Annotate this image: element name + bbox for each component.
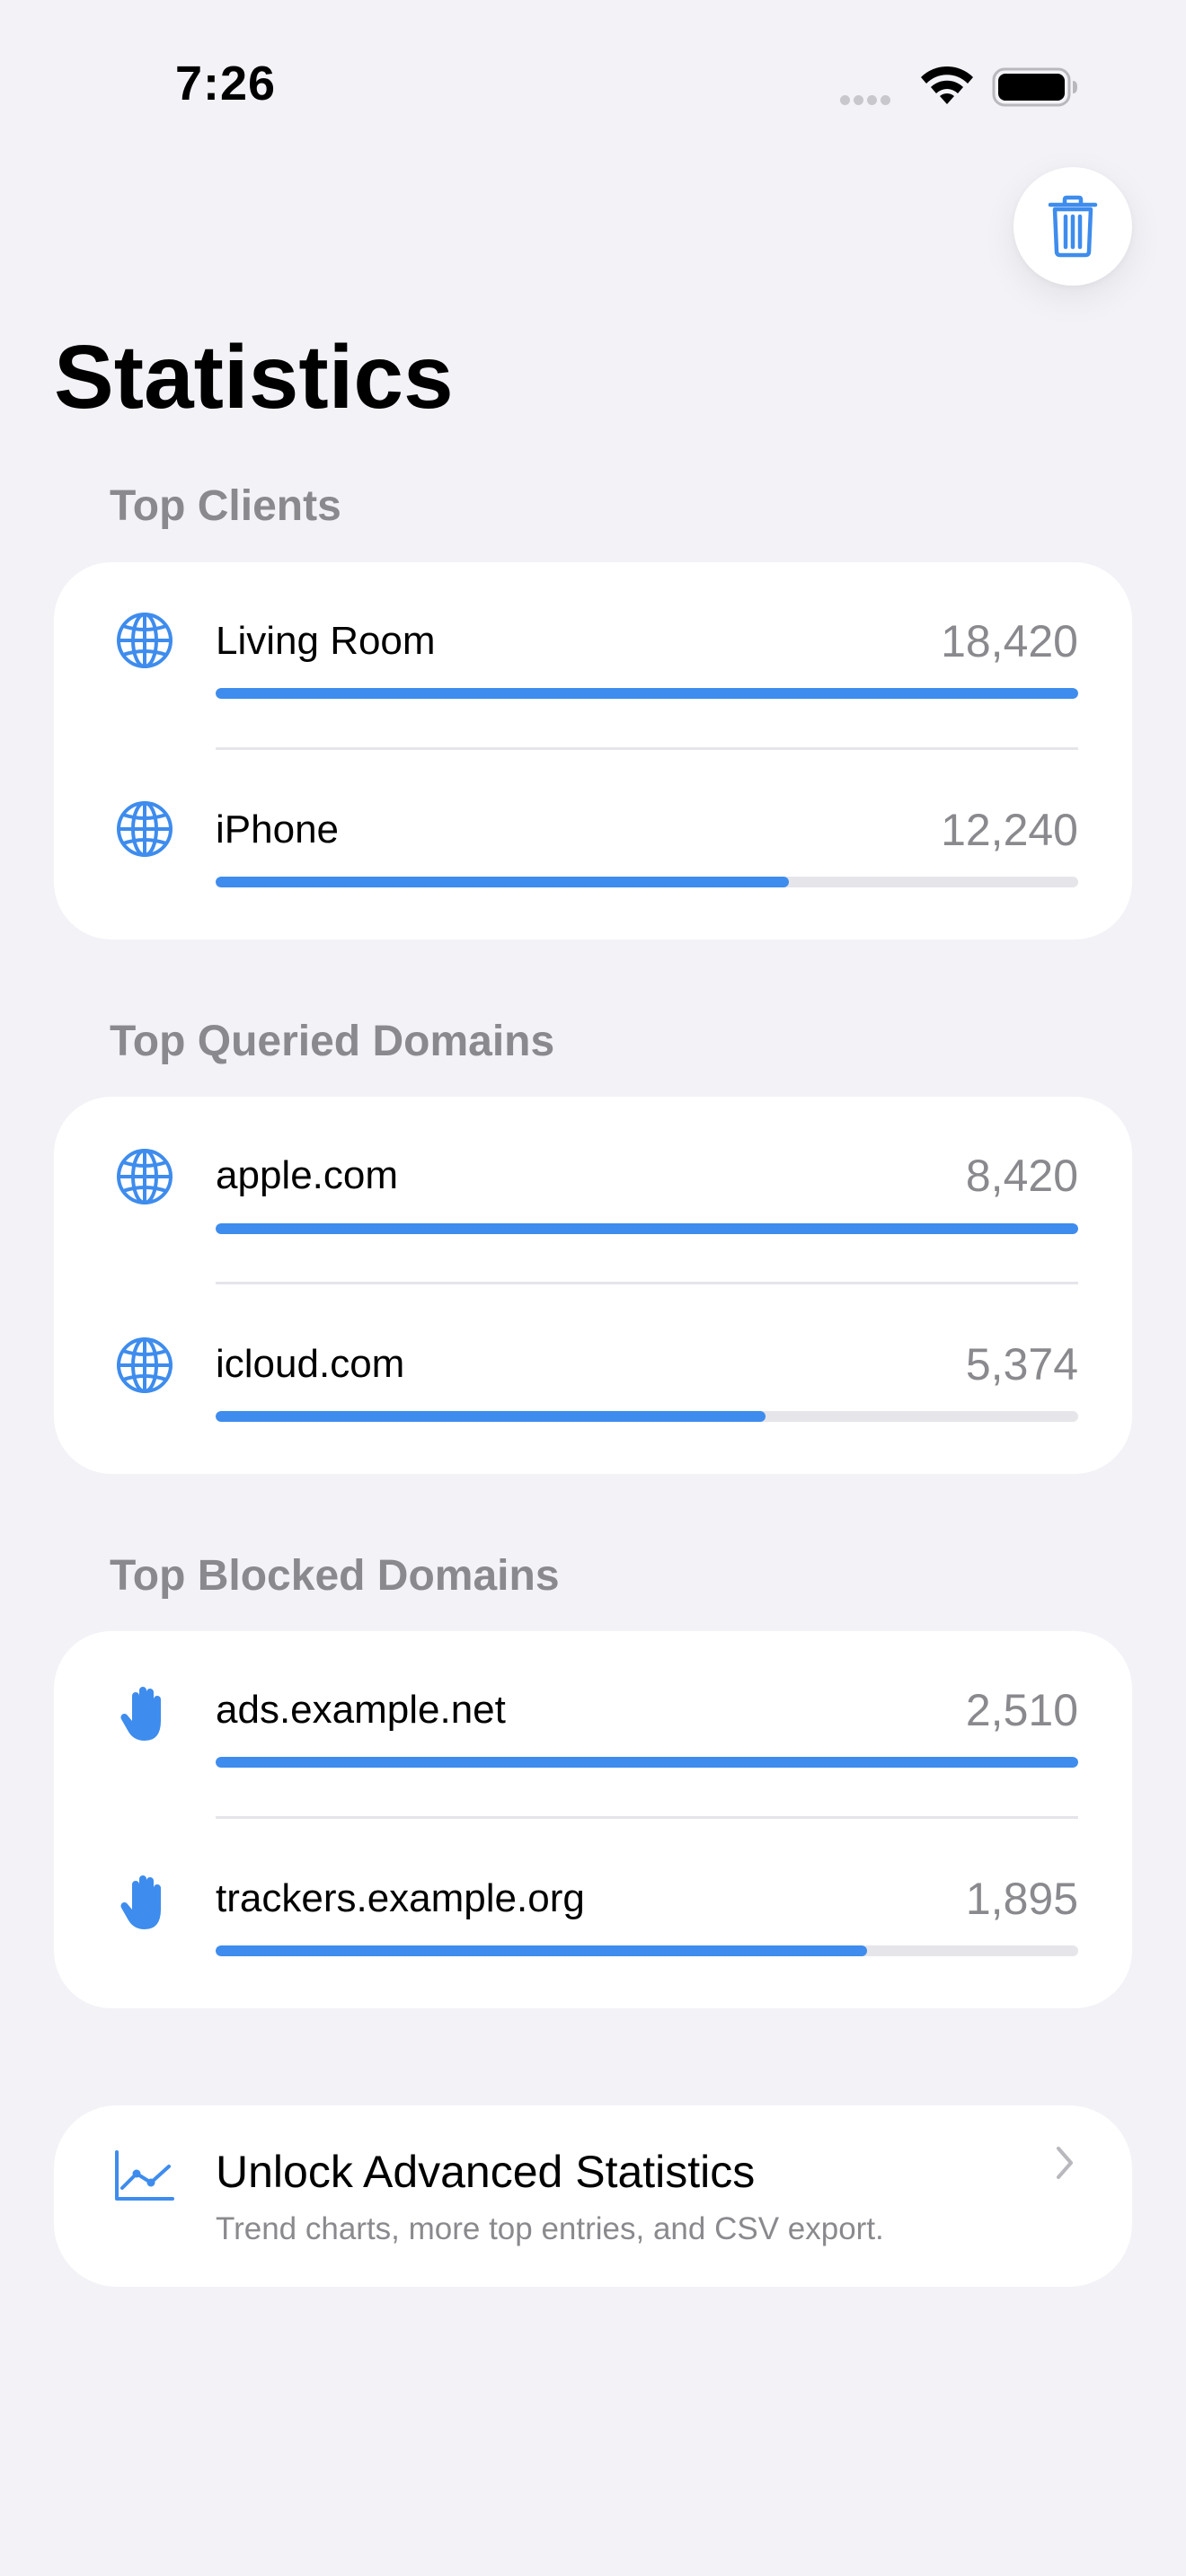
list-item[interactable]: apple.com 8,420 — [54, 1097, 1132, 1285]
list-item[interactable]: ads.example.net 2,510 — [54, 1631, 1132, 1820]
domain-name: icloud.com — [216, 1342, 405, 1386]
blocked-count: 1,895 — [965, 1874, 1078, 1924]
progress-bar — [216, 1757, 1078, 1768]
progress-bar-fill — [216, 688, 1078, 699]
cellular-signal-icon — [840, 93, 903, 106]
upgrade-title: Unlock Advanced Statistics — [216, 2147, 756, 2197]
progress-bar — [216, 1411, 1078, 1422]
progress-bar-fill — [216, 1223, 1078, 1234]
domain-name: trackers.example.org — [216, 1876, 585, 1920]
list-item[interactable]: iPhone 12,240 — [54, 751, 1132, 940]
hand-raised-icon — [120, 1687, 161, 1741]
client-name: iPhone — [216, 807, 340, 851]
status-bar: 7:26 — [0, 0, 1186, 171]
progress-bar-fill — [216, 1411, 766, 1422]
query-count: 8,420 — [965, 1151, 1078, 1201]
domain-name: apple.com — [216, 1153, 399, 1197]
chevron-right-icon — [1057, 2147, 1073, 2179]
progress-bar — [216, 877, 1078, 887]
progress-bar — [216, 1223, 1078, 1234]
section-header-top-blocked-domains: Top Blocked Domains — [110, 1552, 560, 1600]
client-name: Living Room — [216, 619, 436, 663]
progress-bar — [216, 1945, 1078, 1956]
hand-raised-icon — [120, 1875, 161, 1929]
globe-icon — [117, 801, 173, 857]
divider — [216, 1282, 1078, 1284]
domain-name: ads.example.net — [216, 1688, 506, 1732]
divider — [216, 1816, 1078, 1819]
globe-icon — [117, 1149, 173, 1204]
status-time: 7:26 — [175, 57, 277, 110]
globe-icon — [117, 613, 173, 668]
unlock-advanced-statistics-button[interactable]: Unlock Advanced Statistics Trend charts,… — [54, 2105, 1132, 2287]
list-item[interactable]: icloud.com 5,374 — [54, 1285, 1132, 1474]
query-count: 5,374 — [965, 1339, 1078, 1389]
list-item[interactable]: Living Room 18,420 — [54, 562, 1132, 751]
progress-bar-fill — [216, 1945, 867, 1956]
top-blocked-domains-card: ads.example.net 2,510 trackers.example.o… — [54, 1631, 1132, 2008]
clear-statistics-button[interactable] — [1013, 167, 1132, 286]
query-count: 18,420 — [941, 616, 1078, 666]
battery-icon — [992, 67, 1077, 107]
progress-bar — [216, 688, 1078, 699]
progress-bar-fill — [216, 1757, 1078, 1768]
top-queried-domains-card: apple.com 8,420 icloud.com 5,374 — [54, 1097, 1132, 1474]
section-header-top-queried-domains: Top Queried Domains — [110, 1018, 555, 1065]
page-title: Statistics — [54, 327, 454, 428]
upgrade-subtitle: Trend charts, more top entries, and CSV … — [216, 2211, 884, 2246]
divider — [216, 747, 1078, 750]
top-clients-card: Living Room 18,420 iPhone 12,240 — [54, 562, 1132, 940]
section-header-top-clients: Top Clients — [110, 482, 341, 530]
blocked-count: 2,510 — [965, 1685, 1078, 1735]
wifi-icon — [921, 66, 973, 104]
chart-line-icon — [115, 2150, 174, 2201]
query-count: 12,240 — [941, 805, 1078, 855]
list-item[interactable]: trackers.example.org 1,895 — [54, 1820, 1132, 2008]
trash-icon — [1048, 195, 1098, 258]
globe-icon — [117, 1337, 173, 1393]
progress-bar-fill — [216, 877, 790, 887]
